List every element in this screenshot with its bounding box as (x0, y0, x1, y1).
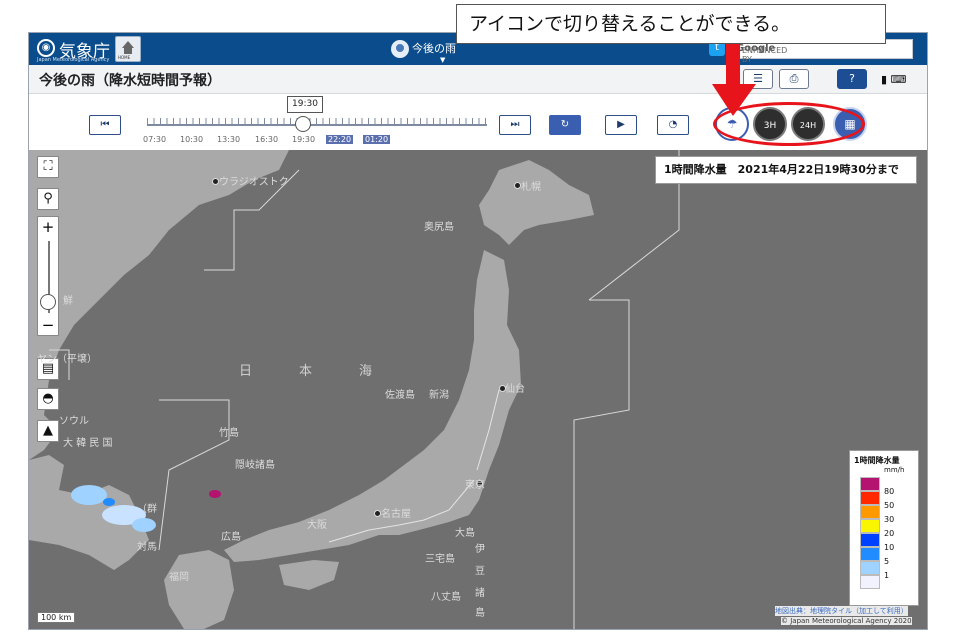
map-graphic (29, 150, 680, 629)
legend-swatch (860, 477, 880, 491)
copyright: © Japan Meteorological Agency 2020 (781, 617, 912, 625)
legend-swatch (860, 561, 880, 575)
time-slider[interactable] (147, 124, 487, 126)
tick-label: 19:30 (292, 135, 316, 144)
legend-swatch (860, 533, 880, 547)
play-button[interactable]: ▶ (605, 115, 637, 135)
annotation-callout: アイコンで切り替えることができる。 (456, 4, 886, 44)
legend-title: 1時間降水量 (854, 456, 900, 465)
city-dot (514, 182, 521, 189)
location-pin-button[interactable]: ⚲ (37, 188, 59, 210)
legend-value: 10 (884, 543, 895, 552)
legend-unit: mm/h (884, 466, 905, 474)
map-label-oshima: 大島 (455, 528, 475, 539)
title-row: 今後の雨（降水短時間予報） ☰ ⎙ ? ▮ ⌨ (29, 65, 927, 94)
legend-swatch (860, 491, 880, 505)
map-label-izu: 島 (475, 608, 485, 619)
legend-swatch (860, 547, 880, 561)
map-label-sea: 日 (239, 364, 261, 379)
map-label-sapporo: 札幌 (521, 182, 541, 193)
map-label-fukuoka: 福岡 (169, 572, 189, 583)
zoom-in-button[interactable]: + (38, 217, 58, 237)
map-label-izu: 諸 (475, 588, 485, 599)
map-label-sea: 海 (359, 364, 381, 379)
app-frame: ◉ 気象庁 Japan Meteorological Agency HOME 今… (28, 32, 928, 630)
tick-label: 07:30 (143, 135, 167, 144)
legend-value: 5 (884, 557, 890, 566)
rain-globe-icon (391, 40, 409, 58)
content-selector[interactable]: 今後の雨 (391, 40, 456, 58)
zoom-handle[interactable] (40, 294, 56, 310)
map-label-miyake: 三宅島 (425, 554, 455, 565)
map-label-vladivostok: ウラジオストク (219, 177, 289, 188)
legend-value: 20 (884, 529, 895, 538)
tick-label: 10:30 (180, 135, 204, 144)
tick-label: 16:30 (255, 135, 279, 144)
map-label-sendai: 仙台 (505, 384, 525, 395)
home-icon (122, 41, 134, 48)
legend-value: 80 (884, 487, 895, 496)
legend-swatch (860, 575, 880, 589)
logo-subtitle: Japan Meteorological Agency (37, 57, 110, 63)
home-icon-body (124, 48, 132, 54)
map-label-niigata: 新潟 (429, 390, 449, 401)
legend-swatch (860, 519, 880, 533)
map-label-izu: 豆 (475, 566, 485, 577)
map-label-izu: 伊 (475, 544, 485, 555)
home-label: HOME (118, 55, 131, 60)
refresh-button[interactable]: ↻ (549, 115, 581, 135)
time-control-row: ⏮ 19:30 07:30 10:30 13:30 16:30 19:30 22… (29, 94, 927, 150)
rain-map[interactable]: ⛶ ⚲ + − ▤ ◓ ▲ 1時間降水量 2021年4月22日19時30分まで … (29, 150, 927, 629)
speed-button[interactable]: ◔ (657, 115, 689, 135)
map-label-tsushima: 対馬 (137, 542, 157, 553)
fullscreen-button[interactable]: ⛶ (37, 156, 59, 178)
map-label-oki: 隠岐諸島 (235, 460, 275, 471)
tick-label-forecast: 01:20 (363, 135, 391, 144)
map-label-seoul: ソウル (59, 416, 89, 427)
page-title: 今後の雨（降水短時間予報） (39, 73, 221, 89)
zoom-control[interactable]: + − (37, 216, 59, 336)
current-time-tooltip: 19:30 (287, 96, 323, 113)
scale-bar: 100 km (37, 612, 76, 623)
map-label-north-korea: 鮮 (63, 296, 73, 307)
content-selector-label: 今後の雨 (412, 42, 456, 55)
rain-amount-title: 1時間降水量 2021年4月22日19時30分まで (655, 156, 917, 184)
legend-value: 50 (884, 501, 895, 510)
annotation-arrow-icon (712, 44, 756, 116)
rain-legend: 1時間降水量 mm/h 80 50 30 20 10 5 1 (849, 450, 919, 606)
print-button[interactable]: ⎙ (779, 69, 809, 89)
tick-label-forecast: 22:20 (326, 135, 354, 144)
help-button[interactable]: ? (837, 69, 867, 89)
map-label-pyongyang: ヤン（平壌） (37, 354, 97, 365)
map-label-hachijo: 八丈島 (431, 592, 461, 603)
legend-swatch (860, 505, 880, 519)
city-dot (374, 510, 381, 517)
map-label-hiroshima: 広島 (221, 532, 241, 543)
home-button[interactable]: HOME (115, 36, 141, 62)
mouse-keyboard-icon: ▮ ⌨ (881, 73, 907, 86)
map-label-osaka: 大阪 (307, 520, 327, 531)
map-label-gunsan: （群 (137, 504, 157, 515)
legend-value: 1 (884, 571, 890, 580)
terrain-button[interactable]: ▲ (37, 420, 59, 442)
map-label-nagoya: 名古屋 (381, 509, 411, 520)
map-label-takeshima: 竹島 (219, 428, 239, 439)
skip-end-button[interactable]: ⏭ (499, 115, 531, 135)
time-slider-handle[interactable] (295, 116, 311, 132)
city-dot (212, 178, 219, 185)
map-label-sea: 本 (299, 364, 321, 379)
map-label-korea: 大 韓 民 国 (63, 438, 113, 449)
zoom-out-button[interactable]: − (38, 315, 58, 335)
skip-start-button[interactable]: ⏮ (89, 115, 121, 135)
map-label-tokyo: 東京 (465, 480, 485, 491)
drop-icon-button[interactable]: ◓ (37, 388, 59, 410)
chevron-down-icon[interactable]: ▼ (440, 56, 445, 64)
map-label-okushiri: 奥尻島 (424, 222, 454, 233)
map-label-sado: 佐渡島 (385, 390, 415, 401)
legend-value: 30 (884, 515, 895, 524)
jma-logo-icon: ◉ (37, 39, 55, 57)
map-credit[interactable]: 地図出典：地理院タイル（加工して利用） (775, 606, 908, 616)
tick-label: 13:30 (217, 135, 241, 144)
